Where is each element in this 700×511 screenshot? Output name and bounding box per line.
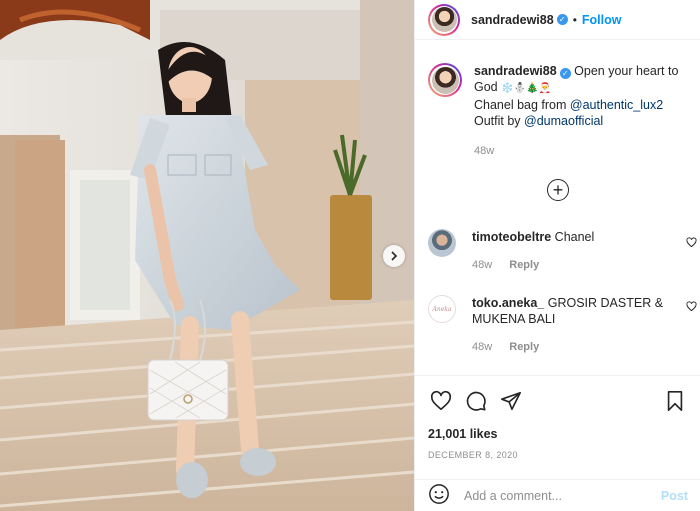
likes-count[interactable]: 21,001 likes <box>428 427 688 441</box>
author-avatar[interactable] <box>428 3 460 36</box>
commenter-avatar[interactable]: Aneka <box>428 295 456 323</box>
post-side-panel: sandradewi88 ✓ • Follow sandradewi88 ✓ Op… <box>414 0 700 511</box>
mention-authentic-lux2[interactable]: @authentic_lux2 <box>570 98 663 112</box>
mention-dumaofficial[interactable]: @dumaofficial <box>524 114 603 128</box>
post-header: sandradewi88 ✓ • Follow <box>415 0 700 40</box>
reply-button[interactable]: Reply <box>509 259 539 271</box>
comment-item: timoteobeltre Chanel 48w Reply <box>415 215 700 271</box>
plus-circle-icon[interactable]: + <box>547 179 569 201</box>
chevron-right-icon <box>389 251 399 261</box>
commenter-avatar-logo: Aneka <box>432 305 452 313</box>
caption-author-avatar[interactable] <box>428 63 462 97</box>
post-comment-button[interactable]: Post <box>661 489 688 503</box>
add-comment-input[interactable] <box>464 488 661 503</box>
comment-time[interactable]: 48w <box>472 341 492 353</box>
commenter-username[interactable]: toko.aneka_ <box>472 296 544 310</box>
comment-text: Chanel <box>554 230 595 244</box>
comments-list[interactable]: sandradewi88 ✓ Open your heart to God ❄️⛄… <box>415 49 700 369</box>
caption-username[interactable]: sandradewi88 <box>474 64 557 78</box>
caption-line2: Chanel bag from <box>474 98 570 112</box>
caption-emojis: ❄️⛄🎄🎅 <box>501 83 551 94</box>
post-photo[interactable] <box>0 0 414 511</box>
heart-icon[interactable] <box>428 388 454 414</box>
post-date[interactable]: DECEMBER 8, 2020 <box>428 450 688 460</box>
verified-badge-icon: ✓ <box>559 68 571 79</box>
reply-button[interactable]: Reply <box>509 341 539 353</box>
post-actions: 21,001 likes DECEMBER 8, 2020 <box>415 375 700 460</box>
bookmark-icon[interactable] <box>662 388 688 414</box>
next-photo-button[interactable] <box>383 245 405 267</box>
comment-item: Aneka toko.aneka_ GROSIR DASTER & MUKENA… <box>415 271 700 353</box>
commenter-avatar[interactable] <box>428 229 456 257</box>
caption-time[interactable]: 48w <box>474 145 494 157</box>
post-caption: sandradewi88 ✓ Open your heart to God ❄️⛄… <box>415 49 700 157</box>
commenter-username[interactable]: timoteobeltre <box>472 230 551 244</box>
follow-button[interactable]: Follow <box>582 13 622 27</box>
comment-like-heart-icon[interactable] <box>686 237 697 251</box>
share-icon[interactable] <box>498 388 524 414</box>
load-more-comments: + <box>415 179 700 201</box>
photo-scene <box>0 0 414 511</box>
caption-line3: Outfit by <box>474 114 525 128</box>
comment-time[interactable]: 48w <box>472 259 492 271</box>
verified-badge-icon: ✓ <box>556 14 568 25</box>
author-username[interactable]: sandradewi88 <box>471 13 554 27</box>
separator-dot: • <box>572 12 577 27</box>
comment-like-heart-icon[interactable] <box>686 301 697 315</box>
comment-icon[interactable] <box>463 388 489 414</box>
add-comment-bar: Post <box>415 479 700 511</box>
emoji-icon[interactable] <box>428 483 450 508</box>
